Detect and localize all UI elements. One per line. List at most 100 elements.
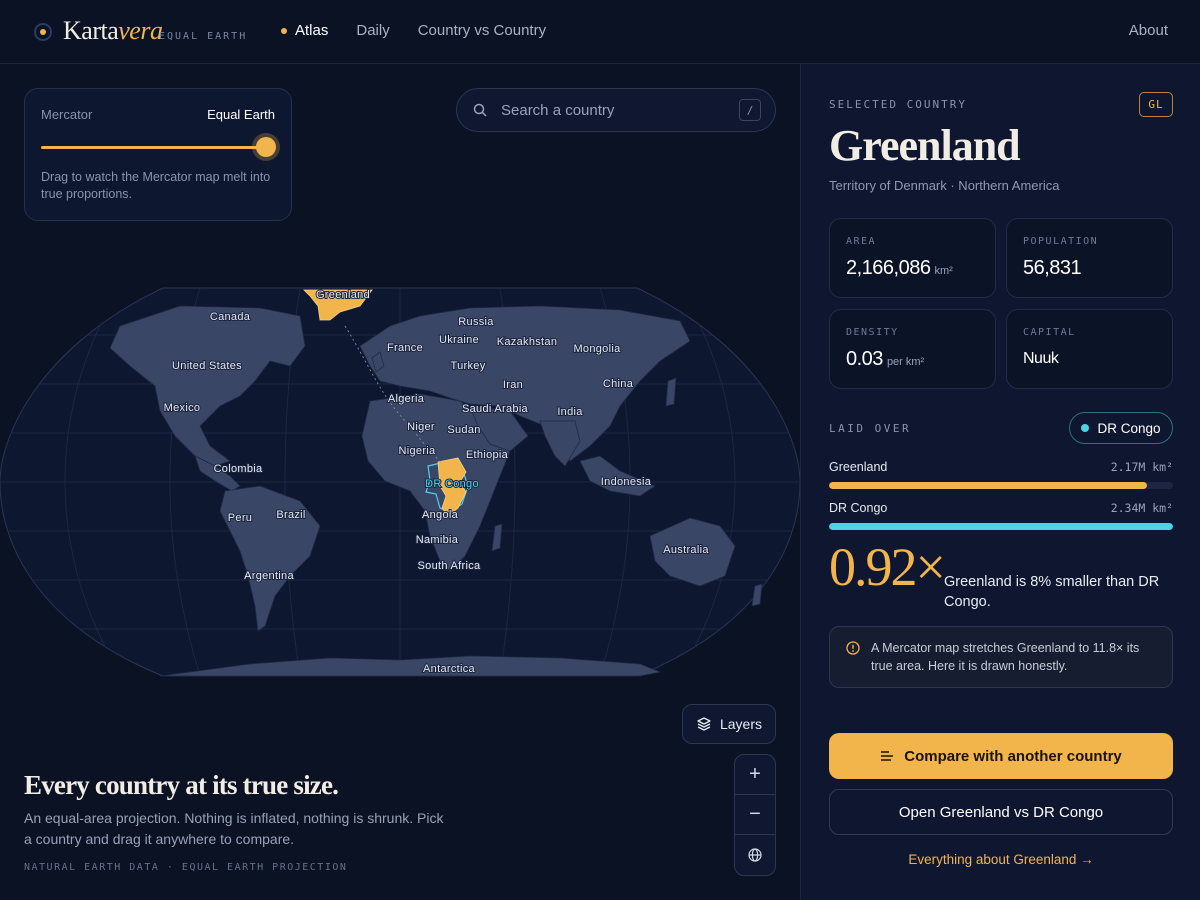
- nav-daily[interactable]: Daily: [356, 22, 389, 39]
- country-detail-panel: SELECTED COUNTRY GL Greenland Territory …: [800, 64, 1200, 900]
- laid-over-country-name: DR Congo: [1097, 420, 1161, 436]
- intro-body: An equal-area projection. Nothing is inf…: [24, 810, 444, 847]
- info-warning-icon: [846, 641, 860, 655]
- globe-icon: [748, 848, 762, 862]
- world-map[interactable]: Greenland Canada United States Mexico Co…: [0, 286, 800, 742]
- projection-slider-handle[interactable]: [256, 137, 276, 157]
- bar-label: DR Congo: [829, 501, 888, 515]
- map-label-angola[interactable]: Angola: [421, 508, 459, 522]
- stat-density: DENSITY 0.03 per km²: [829, 309, 996, 389]
- stat-area: AREA 2,166,086 km²: [829, 218, 996, 298]
- intro-heading: Every country at its true size.: [24, 770, 339, 800]
- stat-population: POPULATION 56,831: [1006, 218, 1173, 298]
- plus-icon: +: [749, 763, 761, 785]
- map-label-iran[interactable]: Iran: [502, 378, 524, 392]
- open-comparison-button[interactable]: Open Greenland vs DR Congo: [829, 789, 1173, 835]
- map-label-india[interactable]: India: [556, 405, 584, 419]
- map-label-algeria[interactable]: Algeria: [387, 392, 426, 406]
- zoom-controls: + −: [734, 754, 776, 876]
- map-label-usa[interactable]: United States: [171, 359, 243, 373]
- map-label-namibia[interactable]: Namibia: [415, 533, 460, 547]
- map-label-brazil[interactable]: Brazil: [275, 508, 306, 522]
- mercator-note-text: A Mercator map stretches Greenland to 11…: [871, 641, 1140, 673]
- nav-about[interactable]: About: [1129, 22, 1168, 39]
- map-label-nigeria[interactable]: Nigeria: [398, 444, 437, 458]
- map-label-colombia[interactable]: Colombia: [213, 462, 264, 476]
- stat-density-value: 0.03 per km²: [846, 348, 925, 370]
- layers-icon: [697, 717, 711, 731]
- map-label-niger[interactable]: Niger: [406, 420, 436, 434]
- map-area: Greenland Canada United States Mexico Co…: [0, 64, 800, 900]
- map-label-australia[interactable]: Australia: [662, 543, 710, 557]
- bar-value: 2.34M km²: [1110, 501, 1173, 515]
- map-label-dr-congo[interactable]: DR Congo: [424, 477, 479, 491]
- map-label-canada[interactable]: Canada: [209, 310, 252, 324]
- map-label-china[interactable]: China: [602, 377, 635, 391]
- size-ratio-description: Greenland is 8% smaller than DR Congo.: [944, 574, 1160, 610]
- projection-slider-track[interactable]: [41, 146, 267, 149]
- map-label-indonesia[interactable]: Indonesia: [600, 475, 653, 489]
- laid-over-label: LAID OVER: [829, 422, 912, 435]
- stat-area-label: AREA: [846, 236, 877, 247]
- reset-view-button[interactable]: [735, 835, 775, 875]
- minus-icon: −: [749, 803, 761, 825]
- brand-logo[interactable]: Kartavera: [63, 16, 163, 46]
- map-label-france[interactable]: France: [386, 341, 424, 355]
- stat-capital-label: CAPITAL: [1023, 327, 1076, 338]
- bar-fill: [829, 482, 1147, 489]
- map-label-south-africa[interactable]: South Africa: [417, 559, 482, 573]
- map-label-argentina[interactable]: Argentina: [243, 569, 295, 583]
- map-label-antarctica[interactable]: Antarctica: [422, 662, 476, 676]
- map-label-ukraine[interactable]: Ukraine: [438, 333, 480, 347]
- projection-slider-card: Mercator Equal Earth Drag to watch the M…: [24, 88, 292, 221]
- map-label-saudi-arabia[interactable]: Saudi Arabia: [461, 402, 529, 416]
- map-label-mongolia[interactable]: Mongolia: [572, 342, 621, 356]
- map-label-sudan[interactable]: Sudan: [446, 423, 481, 437]
- country-meta: Territory of Denmark · Northern America: [829, 178, 1060, 193]
- map-label-ethiopia[interactable]: Ethiopia: [465, 448, 509, 462]
- nav-atlas[interactable]: Atlas: [281, 22, 328, 39]
- stat-capital-value: Nuuk: [1023, 350, 1059, 367]
- top-nav-bar: Kartavera EQUAL EARTH Atlas Daily Countr…: [0, 0, 1200, 64]
- brand-subtitle: EQUAL EARTH: [159, 31, 248, 42]
- size-ratio: 0.92×: [829, 537, 946, 597]
- compare-lines-icon: [881, 751, 894, 761]
- projection-help-text: Drag to watch the Mercator map melt into…: [41, 170, 271, 201]
- compare-another-country-button[interactable]: Compare with another country: [829, 733, 1173, 779]
- logo-icon: [34, 23, 52, 41]
- mercator-note: A Mercator map stretches Greenland to 11…: [829, 626, 1173, 688]
- map-label-mexico[interactable]: Mexico: [163, 401, 201, 415]
- map-label-greenland[interactable]: Greenland: [315, 288, 371, 302]
- stat-density-label: DENSITY: [846, 327, 899, 338]
- stat-population-value: 56,831: [1023, 257, 1082, 279]
- map-label-peru[interactable]: Peru: [227, 511, 253, 525]
- search-input[interactable]: [501, 89, 731, 131]
- stat-area-value: 2,166,086 km²: [846, 257, 953, 279]
- search-icon: [473, 103, 487, 117]
- layers-button[interactable]: Layers: [682, 704, 776, 744]
- main-nav: Atlas Daily Country vs Country: [281, 22, 546, 39]
- zoom-out-button[interactable]: −: [735, 795, 775, 835]
- stat-population-label: POPULATION: [1023, 236, 1099, 247]
- country-iso-badge: GL: [1139, 92, 1173, 117]
- country-name: Greenland: [829, 121, 1021, 170]
- bar-label: Greenland: [829, 460, 888, 474]
- bar-track: [829, 523, 1173, 530]
- laid-over-country-chip[interactable]: DR Congo: [1069, 412, 1173, 444]
- area-bar-dr-congo: DR Congo 2.34M km²: [829, 501, 1173, 530]
- zoom-in-button[interactable]: +: [735, 755, 775, 795]
- selected-country-label: SELECTED COUNTRY: [829, 98, 967, 111]
- map-label-kazakhstan[interactable]: Kazakhstan: [496, 335, 558, 349]
- overlay-color-dot: [1081, 424, 1090, 432]
- projection-label-equal-earth: Equal Earth: [207, 107, 275, 122]
- data-credits: NATURAL EARTH DATA · EQUAL EARTH PROJECT…: [24, 862, 348, 873]
- stat-capital: CAPITAL Nuuk: [1006, 309, 1173, 389]
- country-search: /: [456, 88, 776, 132]
- projection-label-mercator: Mercator: [41, 107, 93, 122]
- compare-button-label: Compare with another country: [904, 747, 1122, 765]
- map-label-turkey[interactable]: Turkey: [449, 359, 486, 373]
- nav-country-vs-country[interactable]: Country vs Country: [418, 22, 546, 39]
- map-label-russia[interactable]: Russia: [457, 315, 495, 329]
- country-details-link[interactable]: Everything about Greenland →: [801, 852, 1200, 867]
- bar-value: 2.17M km²: [1110, 460, 1173, 474]
